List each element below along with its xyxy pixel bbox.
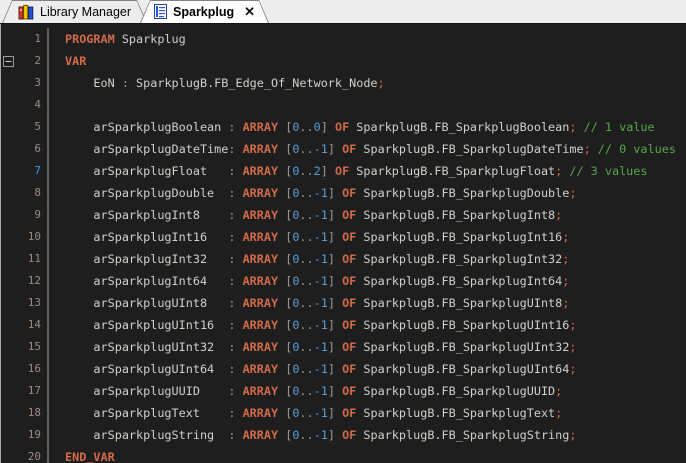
fold-margin-cell xyxy=(1,380,17,402)
code-line: 18 arSparkplugText : ARRAY [0..-1] OF Sp… xyxy=(1,402,686,424)
tab-label: Sparkplug xyxy=(173,5,234,19)
code-line-text[interactable]: arSparkplugUUID : ARRAY [0..-1] OF Spark… xyxy=(49,380,562,402)
code-line: 17 arSparkplugUUID : ARRAY [0..-1] OF Sp… xyxy=(1,380,686,402)
tab-bar: Library Manager Sparkplug ✕ xyxy=(0,0,686,24)
line-number: 13 xyxy=(17,292,49,314)
code-line: 15 arSparkplugUInt32 : ARRAY [0..-1] OF … xyxy=(1,336,686,358)
code-line: 16 arSparkplugUInt64 : ARRAY [0..-1] OF … xyxy=(1,358,686,380)
line-number: 4 xyxy=(17,94,49,116)
fold-margin-cell xyxy=(1,358,17,380)
line-number: 5 xyxy=(17,116,49,138)
fold-margin-cell xyxy=(1,72,17,94)
fold-margin-cell xyxy=(1,182,17,204)
code-line: 10 arSparkplugInt16 : ARRAY [0..-1] OF S… xyxy=(1,226,686,248)
fold-margin-cell xyxy=(1,138,17,160)
fold-margin-cell xyxy=(1,226,17,248)
line-number: 7 xyxy=(17,160,49,182)
fold-margin-cell xyxy=(1,292,17,314)
line-number: 16 xyxy=(17,358,49,380)
code-line-text[interactable]: arSparkplugBoolean : ARRAY [0..0] OF Spa… xyxy=(49,116,655,138)
code-line-text[interactable]: arSparkplugInt64 : ARRAY [0..-1] OF Spar… xyxy=(49,270,569,292)
code-editor: 1PROGRAM Sparkplug 2VAR3 EoN : Sparkplug… xyxy=(0,24,686,463)
line-number: 11 xyxy=(17,248,49,270)
line-number: 2 xyxy=(17,50,49,72)
fold-collapse-icon[interactable] xyxy=(3,56,14,67)
fold-margin-cell xyxy=(1,50,17,72)
fold-margin-cell xyxy=(1,402,17,424)
line-number: 3 xyxy=(17,72,49,94)
code-line-text[interactable]: arSparkplugText : ARRAY [0..-1] OF Spark… xyxy=(49,402,562,424)
code-line: 8 arSparkplugDouble : ARRAY [0..-1] OF S… xyxy=(1,182,686,204)
code-line: 6 arSparkplugDateTime: ARRAY [0..-1] OF … xyxy=(1,138,686,160)
code-line-text[interactable]: arSparkplugUInt64 : ARRAY [0..-1] OF Spa… xyxy=(49,358,576,380)
line-number: 9 xyxy=(17,204,49,226)
line-number: 15 xyxy=(17,336,49,358)
st-document-icon xyxy=(154,4,167,19)
line-number: 17 xyxy=(17,380,49,402)
code-line: 13 arSparkplugUInt8 : ARRAY [0..-1] OF S… xyxy=(1,292,686,314)
line-number: 12 xyxy=(17,270,49,292)
fold-margin-cell xyxy=(1,270,17,292)
close-icon[interactable]: ✕ xyxy=(244,5,255,18)
code-line-text[interactable]: arSparkplugDateTime: ARRAY [0..-1] OF Sp… xyxy=(49,138,676,160)
fold-margin-cell xyxy=(1,336,17,358)
fold-margin-cell xyxy=(1,204,17,226)
line-number: 1 xyxy=(17,28,49,50)
code-line-text[interactable] xyxy=(49,94,65,116)
code-line: 3 EoN : SparkplugB.FB_Edge_Of_Network_No… xyxy=(1,72,686,94)
line-number: 14 xyxy=(17,314,49,336)
fold-margin-cell xyxy=(1,314,17,336)
line-number: 18 xyxy=(17,402,49,424)
line-number: 8 xyxy=(17,182,49,204)
code-line: 1PROGRAM Sparkplug xyxy=(1,28,686,50)
tab-library-manager[interactable]: Library Manager xyxy=(2,0,147,23)
code-line-text[interactable]: EoN : SparkplugB.FB_Edge_Of_Network_Node… xyxy=(49,72,385,94)
fold-margin-cell xyxy=(1,424,17,446)
library-books-icon xyxy=(18,4,34,20)
code-line-text[interactable]: arSparkplugString : ARRAY [0..-1] OF Spa… xyxy=(49,424,576,446)
code-line-text[interactable]: VAR xyxy=(49,50,86,72)
line-number: 20 xyxy=(17,446,49,463)
code-line: 11 arSparkplugInt32 : ARRAY [0..-1] OF S… xyxy=(1,248,686,270)
code-line-text[interactable]: arSparkplugDouble : ARRAY [0..-1] OF Spa… xyxy=(49,182,576,204)
line-number: 10 xyxy=(17,226,49,248)
code-line: 20END_VAR xyxy=(1,446,686,463)
fold-margin-cell xyxy=(1,248,17,270)
code-line: 7 arSparkplugFloat : ARRAY [0..2] OF Spa… xyxy=(1,160,686,182)
tab-sparkplug[interactable]: Sparkplug ✕ xyxy=(140,0,269,23)
code-line-text[interactable]: arSparkplugUInt32 : ARRAY [0..-1] OF Spa… xyxy=(49,336,576,358)
code-line: 12 arSparkplugInt64 : ARRAY [0..-1] OF S… xyxy=(1,270,686,292)
code-line: 9 arSparkplugInt8 : ARRAY [0..-1] OF Spa… xyxy=(1,204,686,226)
code-line: 14 arSparkplugUInt16 : ARRAY [0..-1] OF … xyxy=(1,314,686,336)
code-line: 4 xyxy=(1,94,686,116)
code-line-text[interactable]: arSparkplugUInt8 : ARRAY [0..-1] OF Spar… xyxy=(49,292,569,314)
code-line-text[interactable]: arSparkplugInt32 : ARRAY [0..-1] OF Spar… xyxy=(49,248,569,270)
code-line-text[interactable]: arSparkplugUInt16 : ARRAY [0..-1] OF Spa… xyxy=(49,314,576,336)
line-number: 19 xyxy=(17,424,49,446)
code-line: 5 arSparkplugBoolean : ARRAY [0..0] OF S… xyxy=(1,116,686,138)
code-line-text[interactable]: arSparkplugFloat : ARRAY [0..2] OF Spark… xyxy=(49,160,648,182)
code-line: 19 arSparkplugString : ARRAY [0..-1] OF … xyxy=(1,424,686,446)
tab-label: Library Manager xyxy=(40,5,131,19)
fold-margin-cell xyxy=(1,160,17,182)
fold-margin-cell xyxy=(1,116,17,138)
fold-margin-cell xyxy=(1,28,17,50)
code-line-text[interactable]: END_VAR xyxy=(49,446,115,463)
code-line-text[interactable]: arSparkplugInt8 : ARRAY [0..-1] OF Spark… xyxy=(49,204,562,226)
code-line-text[interactable]: arSparkplugInt16 : ARRAY [0..-1] OF Spar… xyxy=(49,226,569,248)
code-line: 2VAR xyxy=(1,50,686,72)
line-number: 6 xyxy=(17,138,49,160)
fold-margin-cell xyxy=(1,446,17,463)
fold-margin-cell xyxy=(1,94,17,116)
code-line-text[interactable]: PROGRAM Sparkplug xyxy=(49,28,186,50)
